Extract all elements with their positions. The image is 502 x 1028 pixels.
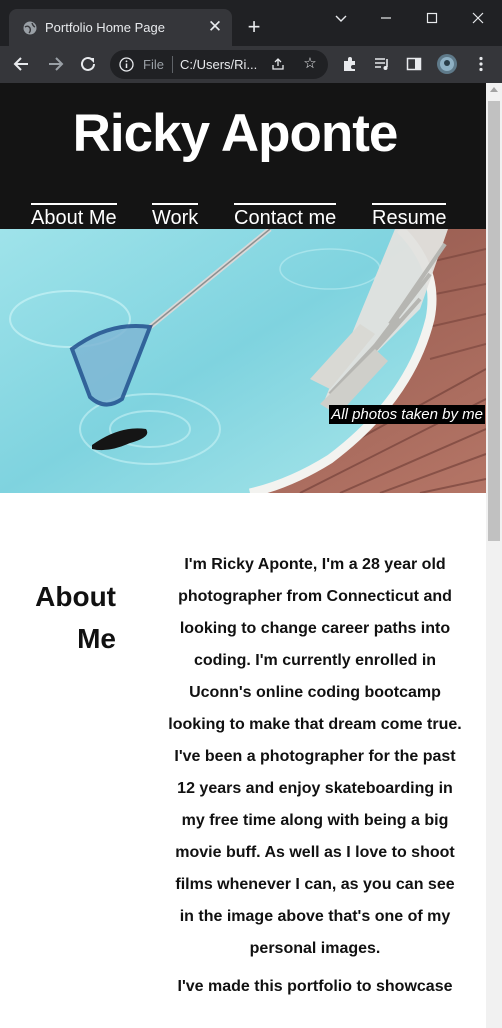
scroll-up-arrow-icon[interactable] bbox=[490, 87, 498, 92]
about-paragraph: I've made this portfolio to showcase bbox=[177, 978, 453, 995]
browser-toolbar: File C:/Users/Ri... ☆ bbox=[0, 46, 502, 83]
close-icon[interactable]: ✕ bbox=[206, 18, 224, 36]
nav-link-contact-me[interactable]: Contact me bbox=[234, 203, 337, 229]
back-arrow-icon[interactable] bbox=[12, 54, 32, 74]
tab-title: Portfolio Home Page bbox=[45, 20, 165, 35]
chevron-down-icon[interactable] bbox=[329, 8, 353, 28]
nav-link-about-me[interactable]: About Me bbox=[31, 203, 117, 229]
sidebar-icon[interactable] bbox=[404, 54, 424, 74]
omnibox-divider bbox=[172, 56, 173, 73]
url-scheme-label: File bbox=[143, 57, 164, 72]
vertical-scrollbar[interactable] bbox=[486, 83, 502, 1028]
scrollbar-thumb[interactable] bbox=[488, 101, 500, 541]
reload-icon[interactable] bbox=[78, 54, 98, 74]
page-viewport[interactable]: Ricky Aponte About Me Work Contact me Re… bbox=[0, 83, 486, 1028]
nav-link-work[interactable]: Work bbox=[152, 203, 199, 229]
about-me-text: I'm Ricky Aponte, I'm a 28 year old phot… bbox=[168, 549, 462, 1009]
nav-link-resume[interactable]: Resume bbox=[372, 203, 447, 229]
info-icon[interactable] bbox=[119, 57, 134, 72]
media-icon[interactable] bbox=[372, 54, 392, 74]
share-icon[interactable] bbox=[270, 56, 286, 72]
pool-photo bbox=[0, 229, 486, 493]
profile-avatar-icon[interactable] bbox=[436, 53, 458, 75]
site-title: Ricky Aponte bbox=[72, 104, 399, 163]
globe-icon bbox=[23, 21, 37, 35]
about-me-heading: About Me bbox=[35, 581, 116, 655]
about-paragraph: I'm Ricky Aponte, I'm a 28 year old phot… bbox=[168, 556, 462, 957]
minimize-icon[interactable] bbox=[374, 8, 398, 28]
hero-caption: All photos taken by me bbox=[329, 405, 485, 424]
extensions-icon[interactable] bbox=[340, 54, 360, 74]
maximize-icon[interactable] bbox=[420, 8, 444, 28]
plus-icon[interactable]: + bbox=[244, 16, 264, 38]
site-header: Ricky Aponte About Me Work Contact me Re… bbox=[0, 83, 486, 229]
more-vert-icon[interactable] bbox=[471, 54, 491, 74]
tab-strip: Portfolio Home Page ✕ + bbox=[0, 0, 502, 46]
forward-arrow-icon[interactable] bbox=[45, 54, 65, 74]
address-bar[interactable]: File C:/Users/Ri... ☆ bbox=[110, 50, 328, 79]
star-icon[interactable]: ☆ bbox=[301, 55, 319, 73]
close-window-icon[interactable] bbox=[466, 8, 490, 28]
url-text[interactable]: C:/Users/Ri... bbox=[180, 57, 257, 72]
hero-image: All photos taken by me bbox=[0, 229, 486, 493]
browser-tab[interactable]: Portfolio Home Page ✕ bbox=[9, 9, 232, 46]
